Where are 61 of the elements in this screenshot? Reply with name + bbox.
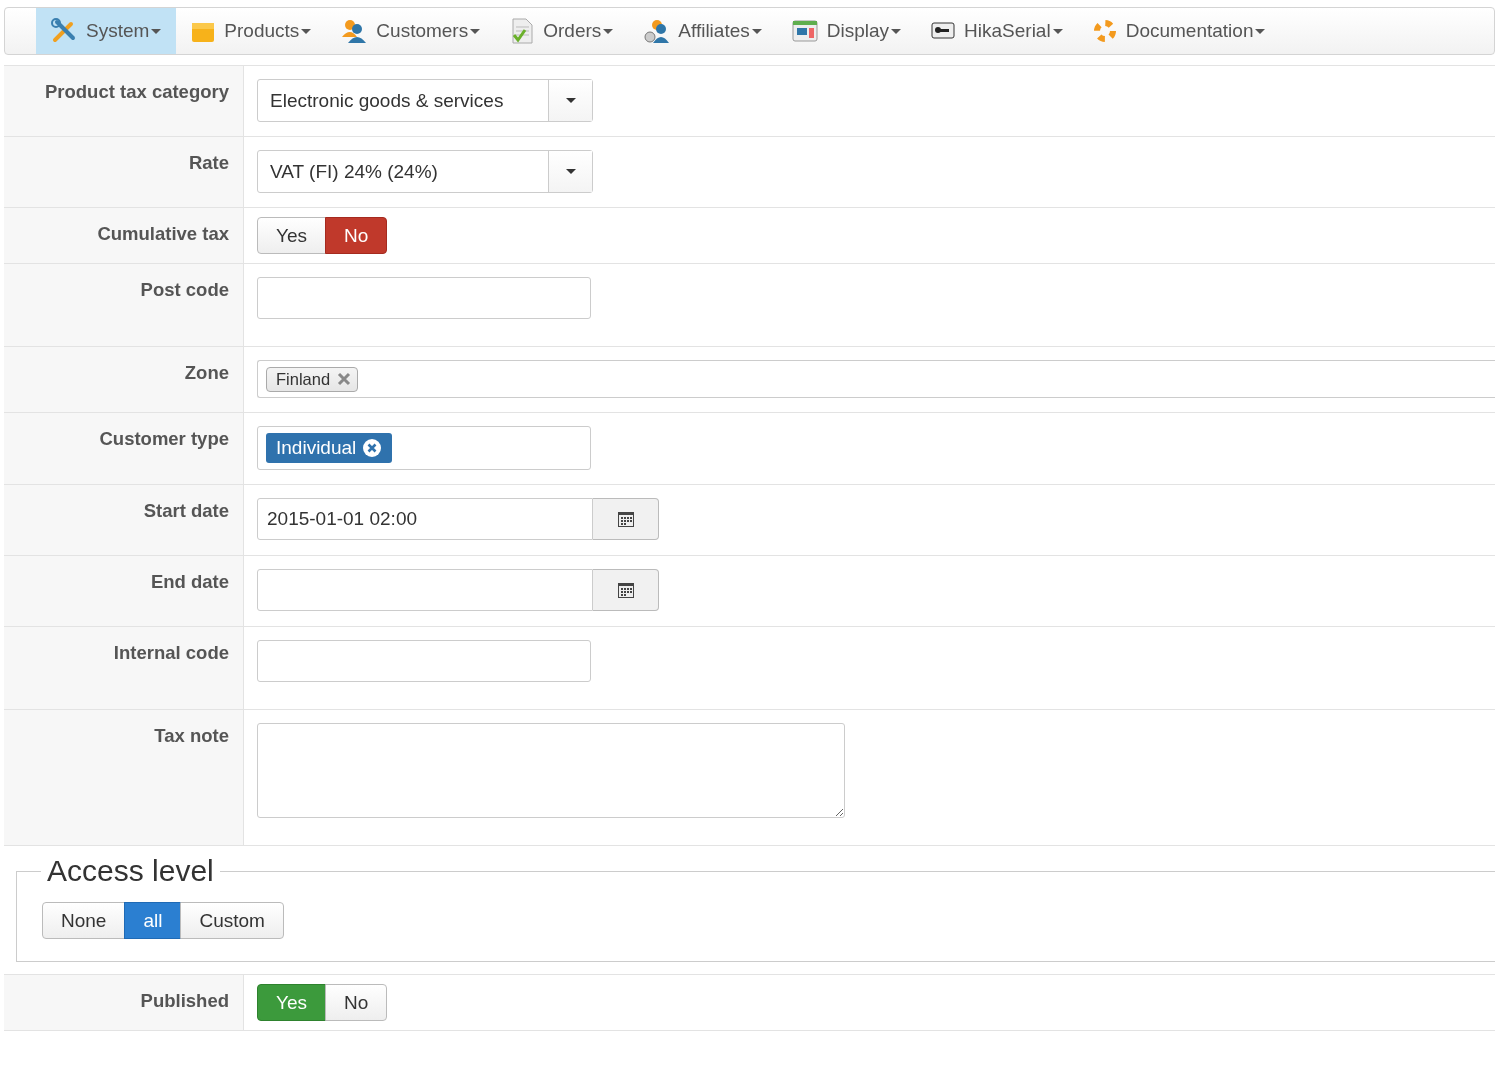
people-coin-icon <box>643 19 670 43</box>
field-label: Internal code <box>113 642 229 663</box>
option-button[interactable]: Yes <box>257 217 326 254</box>
field-label: Customer type <box>99 428 229 449</box>
option-button[interactable]: Yes <box>257 984 326 1021</box>
document-icon <box>510 18 535 44</box>
select-field[interactable]: Electronic goods & services <box>257 79 593 122</box>
tag-chip: Individual <box>266 433 393 463</box>
field-label: Published <box>140 990 229 1011</box>
calendar-button[interactable] <box>593 569 659 611</box>
field-label: Cumulative tax <box>97 223 229 244</box>
calendar-icon <box>616 581 635 599</box>
caret-icon <box>565 98 576 103</box>
menu-item[interactable]: HikaSerial <box>916 8 1078 54</box>
option-button[interactable]: No <box>325 984 388 1021</box>
caret-icon <box>565 169 576 174</box>
calendar-icon <box>616 510 635 528</box>
caret-icon <box>1255 28 1266 34</box>
caret-icon <box>151 28 162 34</box>
lifebuoy-icon <box>1092 19 1117 43</box>
field-label: Start date <box>143 500 229 521</box>
remove-icon[interactable] <box>337 372 352 386</box>
remove-icon[interactable] <box>362 438 383 458</box>
date-field[interactable] <box>257 569 593 611</box>
section-title: Access level <box>46 854 215 888</box>
input-field[interactable] <box>257 640 591 682</box>
menu-item[interactable]: Display <box>776 8 917 54</box>
text-area[interactable] <box>257 723 845 818</box>
caret-icon <box>891 28 902 34</box>
field-label: End date <box>150 571 229 592</box>
option-button[interactable]: all <box>124 902 182 939</box>
caret-icon <box>603 28 614 34</box>
tools-icon <box>51 18 77 44</box>
window-icon <box>791 19 818 43</box>
tag-chip: Finland <box>266 366 359 392</box>
field-label: Zone <box>184 362 229 383</box>
menu-item[interactable]: Orders <box>495 8 629 54</box>
tag-field[interactable]: Individual <box>257 426 591 470</box>
tag-field[interactable]: Finland <box>257 360 1495 398</box>
field-label: Post code <box>140 279 229 300</box>
key-card-icon <box>931 21 956 41</box>
field-label: Rate <box>188 152 229 173</box>
caret-icon <box>1052 28 1063 34</box>
input-field[interactable] <box>257 277 591 319</box>
menu-item[interactable]: System <box>36 8 177 54</box>
option-button[interactable]: No <box>325 217 388 254</box>
caret-icon <box>470 28 481 34</box>
field-label: Tax note <box>154 725 229 746</box>
option-button[interactable]: Custom <box>180 902 284 939</box>
date-field[interactable]: 2015-01-01 02:00 <box>257 498 593 540</box>
caret-icon <box>301 28 312 34</box>
select-field[interactable]: VAT (FI) 24% (24%) <box>257 150 593 193</box>
caret-icon <box>751 28 762 34</box>
calendar-button[interactable] <box>593 498 659 540</box>
field-label: Product tax category <box>44 81 229 102</box>
menu-item[interactable]: Affiliates <box>628 8 777 54</box>
menu-item[interactable]: Documentation <box>1077 8 1281 54</box>
option-button[interactable]: None <box>42 902 126 939</box>
menu-item[interactable]: Customers <box>326 8 496 54</box>
menu-item[interactable]: Products <box>176 8 327 54</box>
people-icon <box>341 19 368 43</box>
